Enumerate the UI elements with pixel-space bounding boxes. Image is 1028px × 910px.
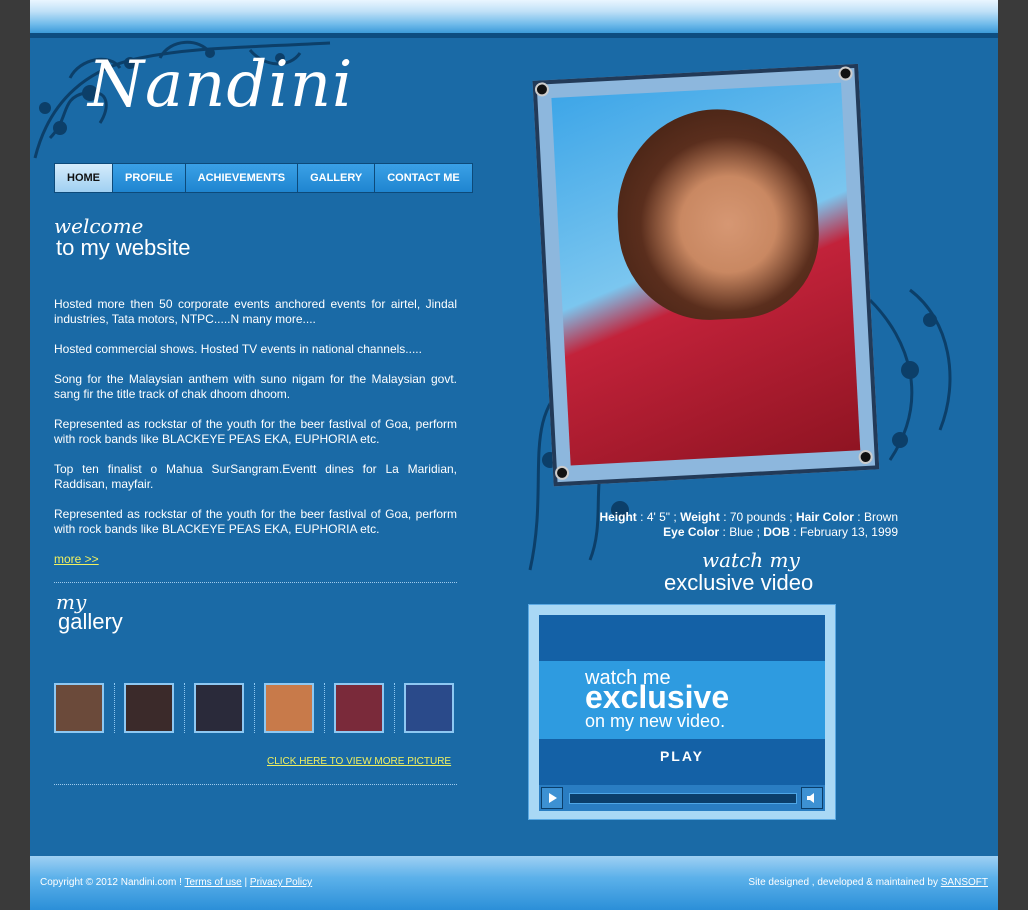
welcome-paragraph: Top ten finalist o Mahua SurSangram.Even… xyxy=(54,462,457,491)
footer-copyright: Copyright © 2012 Nandini.com ! Terms of … xyxy=(40,877,312,888)
thumb-divider xyxy=(184,683,185,733)
credit-text: Site designed , developed & maintained b… xyxy=(748,877,938,888)
video-script: watch my xyxy=(702,548,800,572)
height-label: Height xyxy=(599,510,637,524)
thumb-divider xyxy=(114,683,115,733)
nav-contact-me[interactable]: CONTACT ME xyxy=(375,164,472,192)
divider xyxy=(54,582,457,583)
gallery-title: gallery xyxy=(58,609,123,634)
video-line-3: on my new video. xyxy=(585,711,726,731)
weight-value: 70 pounds xyxy=(729,510,786,524)
thumb-divider xyxy=(394,683,395,733)
play-button[interactable]: PLAY xyxy=(539,748,825,764)
nav-achievements[interactable]: ACHIEVEMENTS xyxy=(185,164,299,192)
pin-icon xyxy=(534,82,550,97)
thumb-divider xyxy=(324,683,325,733)
hair-color-label: Hair Color xyxy=(795,510,854,524)
nav-home[interactable]: HOME xyxy=(55,164,113,192)
pin-icon xyxy=(838,66,853,81)
footer-credit: Site designed , developed & maintained b… xyxy=(748,877,988,888)
gallery-thumbnail[interactable] xyxy=(334,683,384,733)
profile-photo-face xyxy=(612,104,824,325)
top-bar xyxy=(30,0,998,33)
gallery-thumbnail[interactable] xyxy=(264,683,314,733)
site-logo[interactable]: Nandini xyxy=(88,48,354,122)
welcome-paragraph: Hosted more then 50 corporate events anc… xyxy=(54,297,457,326)
welcome-paragraph: Song for the Malaysian anthem with suno … xyxy=(54,372,457,401)
profile-photo[interactable] xyxy=(551,82,861,466)
gallery-thumbnail[interactable] xyxy=(54,683,104,733)
video-seek-bar[interactable] xyxy=(569,793,797,804)
video-title: exclusive video xyxy=(664,570,814,595)
photo-frame xyxy=(532,63,880,487)
welcome-paragraph: Represented as rockstar of the youth for… xyxy=(54,417,457,446)
volume-icon[interactable] xyxy=(801,787,823,809)
profile-stats: Height : 4' 5" ; Weight : 70 pounds ; Ha… xyxy=(490,510,898,540)
footer-separator: | xyxy=(244,877,248,888)
gallery-thumbnail[interactable] xyxy=(124,683,174,733)
pin-icon xyxy=(554,465,570,481)
height-value: 4' 5" xyxy=(646,510,671,524)
pin-icon xyxy=(858,449,873,465)
hair-color-value: Brown xyxy=(863,510,898,524)
weight-label: Weight xyxy=(680,510,720,524)
sansoft-link[interactable]: SANSOFT xyxy=(941,877,988,888)
privacy-policy-link[interactable]: Privacy Policy xyxy=(250,877,312,888)
video-controls xyxy=(539,785,825,811)
more-link[interactable]: more >> xyxy=(54,552,99,566)
video-screen[interactable]: watch me exclusive on my new video. PLAY xyxy=(539,615,825,811)
welcome-title: to my website xyxy=(56,235,191,260)
welcome-text: Hosted more then 50 corporate events anc… xyxy=(54,297,457,552)
copyright-text: Copyright © 2012 Nandini.com ! xyxy=(40,877,182,888)
gallery-thumbnail[interactable] xyxy=(194,683,244,733)
dob-value: February 13, 1999 xyxy=(799,525,898,539)
page: Nandini HOME PROFILE ACHIEVEMENTS GALLER… xyxy=(30,0,998,910)
welcome-paragraph: Hosted commercial shows. Hosted TV event… xyxy=(54,342,422,356)
gallery-thumbnail[interactable] xyxy=(404,683,454,733)
nav-gallery[interactable]: GALLERY xyxy=(298,164,376,192)
eye-color-label: Eye Color xyxy=(663,525,720,539)
divider xyxy=(54,784,457,785)
profile-photo-frame xyxy=(532,63,883,491)
footer: Copyright © 2012 Nandini.com ! Terms of … xyxy=(30,856,998,910)
stats-line-1: Height : 4' 5" ; Weight : 70 pounds ; Ha… xyxy=(599,510,898,524)
main-nav: HOME PROFILE ACHIEVEMENTS GALLERY CONTAC… xyxy=(54,163,473,193)
eye-color-value: Blue xyxy=(729,525,754,539)
welcome-paragraph: Represented as rockstar of the youth for… xyxy=(54,507,457,536)
view-more-pictures-link[interactable]: CLICK HERE TO VIEW MORE PICTURE xyxy=(267,756,451,767)
gallery-thumbnails xyxy=(54,683,457,733)
terms-of-use-link[interactable]: Terms of use xyxy=(185,877,242,888)
video-player: watch me exclusive on my new video. PLAY xyxy=(528,604,836,820)
play-icon[interactable] xyxy=(541,787,563,809)
thumb-divider xyxy=(254,683,255,733)
stats-line-2: Eye Color : Blue ; DOB : February 13, 19… xyxy=(663,525,898,539)
dob-label: DOB xyxy=(763,525,790,539)
nav-profile[interactable]: PROFILE xyxy=(113,164,186,192)
